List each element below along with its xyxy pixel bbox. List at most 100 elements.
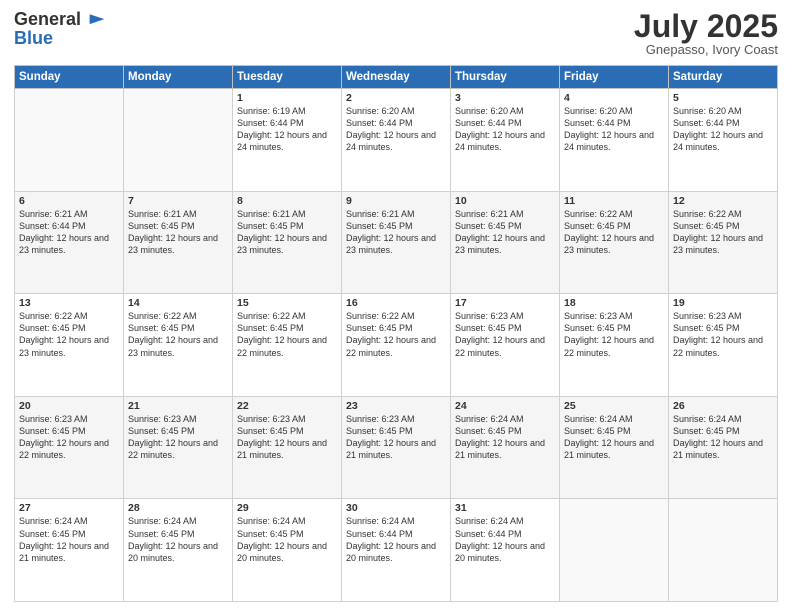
day-number: 11 <box>564 195 664 207</box>
location: Gnepasso, Ivory Coast <box>634 42 778 57</box>
calendar-cell <box>560 499 669 602</box>
day-number: 8 <box>237 195 337 207</box>
day-info: Sunrise: 6:24 AM Sunset: 6:44 PM Dayligh… <box>455 515 555 564</box>
day-info: Sunrise: 6:22 AM Sunset: 6:45 PM Dayligh… <box>673 208 773 257</box>
day-number: 19 <box>673 297 773 309</box>
day-info: Sunrise: 6:21 AM Sunset: 6:45 PM Dayligh… <box>455 208 555 257</box>
day-info: Sunrise: 6:21 AM Sunset: 6:45 PM Dayligh… <box>237 208 337 257</box>
calendar-cell: 16 Sunrise: 6:22 AM Sunset: 6:45 PM Dayl… <box>342 294 451 397</box>
day-info: Sunrise: 6:24 AM Sunset: 6:45 PM Dayligh… <box>19 515 119 564</box>
day-info: Sunrise: 6:23 AM Sunset: 6:45 PM Dayligh… <box>455 310 555 359</box>
day-number: 3 <box>455 92 555 104</box>
day-number: 16 <box>346 297 446 309</box>
col-saturday: Saturday <box>669 66 778 89</box>
day-info: Sunrise: 6:24 AM Sunset: 6:44 PM Dayligh… <box>346 515 446 564</box>
day-info: Sunrise: 6:24 AM Sunset: 6:45 PM Dayligh… <box>128 515 228 564</box>
day-number: 7 <box>128 195 228 207</box>
day-info: Sunrise: 6:21 AM Sunset: 6:45 PM Dayligh… <box>128 208 228 257</box>
page: General Blue July 2025 Gnepasso, Ivory C… <box>0 0 792 612</box>
day-number: 30 <box>346 502 446 514</box>
day-number: 4 <box>564 92 664 104</box>
calendar-table: Sunday Monday Tuesday Wednesday Thursday… <box>14 65 778 602</box>
day-info: Sunrise: 6:20 AM Sunset: 6:44 PM Dayligh… <box>564 105 664 154</box>
day-info: Sunrise: 6:20 AM Sunset: 6:44 PM Dayligh… <box>346 105 446 154</box>
calendar-cell: 3 Sunrise: 6:20 AM Sunset: 6:44 PM Dayli… <box>451 89 560 192</box>
calendar-cell: 28 Sunrise: 6:24 AM Sunset: 6:45 PM Dayl… <box>124 499 233 602</box>
col-monday: Monday <box>124 66 233 89</box>
day-number: 23 <box>346 400 446 412</box>
calendar-week-1: 1 Sunrise: 6:19 AM Sunset: 6:44 PM Dayli… <box>15 89 778 192</box>
day-info: Sunrise: 6:23 AM Sunset: 6:45 PM Dayligh… <box>564 310 664 359</box>
calendar-cell: 19 Sunrise: 6:23 AM Sunset: 6:45 PM Dayl… <box>669 294 778 397</box>
calendar-cell: 24 Sunrise: 6:24 AM Sunset: 6:45 PM Dayl… <box>451 396 560 499</box>
calendar-cell: 17 Sunrise: 6:23 AM Sunset: 6:45 PM Dayl… <box>451 294 560 397</box>
calendar-week-3: 13 Sunrise: 6:22 AM Sunset: 6:45 PM Dayl… <box>15 294 778 397</box>
day-number: 20 <box>19 400 119 412</box>
col-thursday: Thursday <box>451 66 560 89</box>
calendar-cell: 29 Sunrise: 6:24 AM Sunset: 6:45 PM Dayl… <box>233 499 342 602</box>
day-info: Sunrise: 6:20 AM Sunset: 6:44 PM Dayligh… <box>673 105 773 154</box>
day-number: 1 <box>237 92 337 104</box>
day-info: Sunrise: 6:20 AM Sunset: 6:44 PM Dayligh… <box>455 105 555 154</box>
day-number: 27 <box>19 502 119 514</box>
logo-blue: Blue <box>14 28 106 49</box>
calendar-cell: 8 Sunrise: 6:21 AM Sunset: 6:45 PM Dayli… <box>233 191 342 294</box>
col-friday: Friday <box>560 66 669 89</box>
calendar-cell: 23 Sunrise: 6:23 AM Sunset: 6:45 PM Dayl… <box>342 396 451 499</box>
day-info: Sunrise: 6:24 AM Sunset: 6:45 PM Dayligh… <box>564 413 664 462</box>
header: General Blue July 2025 Gnepasso, Ivory C… <box>14 10 778 57</box>
day-number: 24 <box>455 400 555 412</box>
calendar-cell: 20 Sunrise: 6:23 AM Sunset: 6:45 PM Dayl… <box>15 396 124 499</box>
day-number: 29 <box>237 502 337 514</box>
calendar-body: 1 Sunrise: 6:19 AM Sunset: 6:44 PM Dayli… <box>15 89 778 602</box>
month-title: July 2025 <box>634 10 778 42</box>
day-number: 14 <box>128 297 228 309</box>
day-info: Sunrise: 6:23 AM Sunset: 6:45 PM Dayligh… <box>346 413 446 462</box>
day-info: Sunrise: 6:23 AM Sunset: 6:45 PM Dayligh… <box>237 413 337 462</box>
calendar-week-4: 20 Sunrise: 6:23 AM Sunset: 6:45 PM Dayl… <box>15 396 778 499</box>
day-number: 18 <box>564 297 664 309</box>
calendar-cell <box>124 89 233 192</box>
logo: General Blue <box>14 10 106 49</box>
calendar-cell: 31 Sunrise: 6:24 AM Sunset: 6:44 PM Dayl… <box>451 499 560 602</box>
logo-general: General <box>14 10 106 30</box>
col-wednesday: Wednesday <box>342 66 451 89</box>
col-sunday: Sunday <box>15 66 124 89</box>
calendar-cell: 30 Sunrise: 6:24 AM Sunset: 6:44 PM Dayl… <box>342 499 451 602</box>
day-number: 25 <box>564 400 664 412</box>
day-info: Sunrise: 6:22 AM Sunset: 6:45 PM Dayligh… <box>237 310 337 359</box>
calendar-cell: 11 Sunrise: 6:22 AM Sunset: 6:45 PM Dayl… <box>560 191 669 294</box>
day-info: Sunrise: 6:22 AM Sunset: 6:45 PM Dayligh… <box>19 310 119 359</box>
calendar-cell: 1 Sunrise: 6:19 AM Sunset: 6:44 PM Dayli… <box>233 89 342 192</box>
calendar-cell: 4 Sunrise: 6:20 AM Sunset: 6:44 PM Dayli… <box>560 89 669 192</box>
day-number: 15 <box>237 297 337 309</box>
day-number: 26 <box>673 400 773 412</box>
day-info: Sunrise: 6:23 AM Sunset: 6:45 PM Dayligh… <box>19 413 119 462</box>
title-block: July 2025 Gnepasso, Ivory Coast <box>634 10 778 57</box>
calendar-cell: 15 Sunrise: 6:22 AM Sunset: 6:45 PM Dayl… <box>233 294 342 397</box>
calendar-cell: 22 Sunrise: 6:23 AM Sunset: 6:45 PM Dayl… <box>233 396 342 499</box>
logo-flag-icon <box>88 11 106 29</box>
calendar-cell: 25 Sunrise: 6:24 AM Sunset: 6:45 PM Dayl… <box>560 396 669 499</box>
day-info: Sunrise: 6:23 AM Sunset: 6:45 PM Dayligh… <box>673 310 773 359</box>
day-number: 10 <box>455 195 555 207</box>
calendar-cell: 2 Sunrise: 6:20 AM Sunset: 6:44 PM Dayli… <box>342 89 451 192</box>
calendar-cell: 6 Sunrise: 6:21 AM Sunset: 6:44 PM Dayli… <box>15 191 124 294</box>
calendar-cell: 5 Sunrise: 6:20 AM Sunset: 6:44 PM Dayli… <box>669 89 778 192</box>
day-number: 5 <box>673 92 773 104</box>
day-number: 28 <box>128 502 228 514</box>
day-number: 9 <box>346 195 446 207</box>
day-info: Sunrise: 6:19 AM Sunset: 6:44 PM Dayligh… <box>237 105 337 154</box>
day-info: Sunrise: 6:22 AM Sunset: 6:45 PM Dayligh… <box>564 208 664 257</box>
day-number: 2 <box>346 92 446 104</box>
day-number: 21 <box>128 400 228 412</box>
day-number: 12 <box>673 195 773 207</box>
day-number: 17 <box>455 297 555 309</box>
calendar-cell: 13 Sunrise: 6:22 AM Sunset: 6:45 PM Dayl… <box>15 294 124 397</box>
day-number: 6 <box>19 195 119 207</box>
calendar-cell <box>669 499 778 602</box>
day-info: Sunrise: 6:23 AM Sunset: 6:45 PM Dayligh… <box>128 413 228 462</box>
day-info: Sunrise: 6:21 AM Sunset: 6:44 PM Dayligh… <box>19 208 119 257</box>
calendar-cell: 21 Sunrise: 6:23 AM Sunset: 6:45 PM Dayl… <box>124 396 233 499</box>
col-tuesday: Tuesday <box>233 66 342 89</box>
